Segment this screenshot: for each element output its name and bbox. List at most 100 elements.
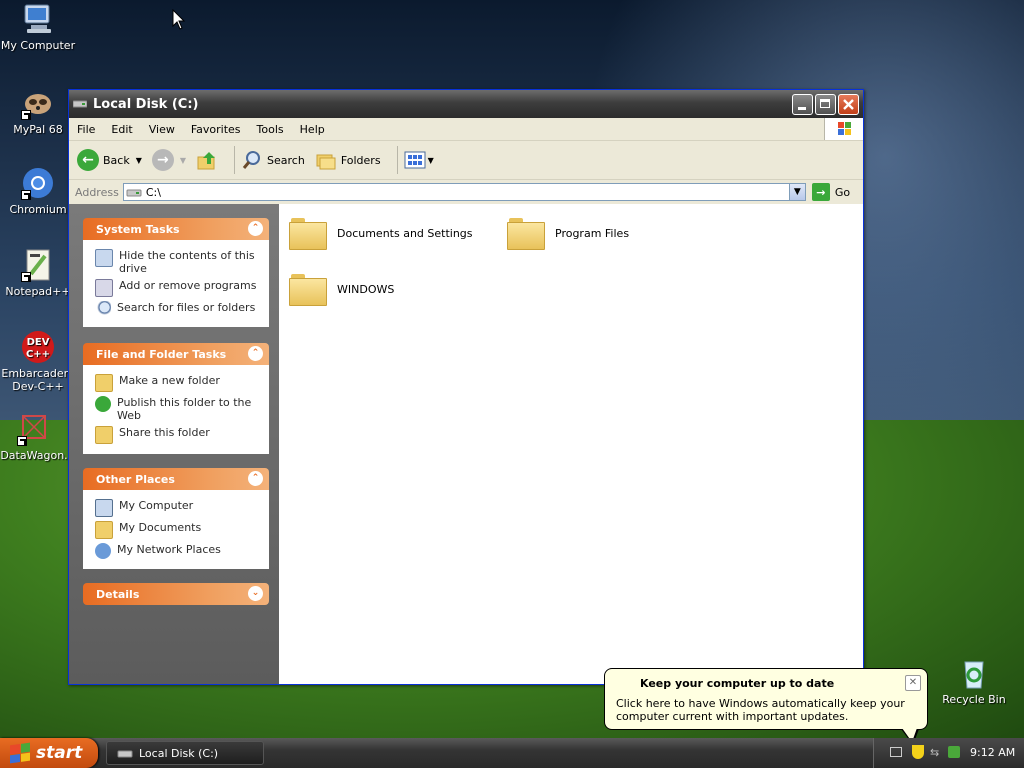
svg-text:C++: C++: [26, 349, 50, 360]
menu-view[interactable]: View: [141, 123, 183, 136]
details-header[interactable]: Details ⌄: [83, 583, 269, 605]
taskbar-item-local-disk[interactable]: Local Disk (C:): [106, 741, 264, 765]
place-my-network-places[interactable]: My Network Places: [95, 543, 261, 559]
back-arrow-icon: ←: [77, 149, 99, 171]
keyboard-icon[interactable]: [890, 747, 902, 757]
task-publish-to-web[interactable]: Publish this folder to the Web: [95, 396, 261, 422]
search-icon: [242, 151, 261, 169]
menu-tools[interactable]: Tools: [249, 123, 292, 136]
task-label: Publish this folder to the Web: [117, 396, 252, 422]
folders-label: Folders: [340, 153, 381, 167]
task-search-files[interactable]: Search for files or folders: [95, 301, 261, 317]
update-balloon[interactable]: Keep your computer up to date Click here…: [604, 668, 928, 745]
minimize-button[interactable]: [792, 94, 813, 115]
desktop-icon-mypal[interactable]: MyPal 68: [0, 86, 76, 136]
desktop-icon-label: Notepad++: [5, 285, 71, 298]
place-my-documents[interactable]: My Documents: [95, 521, 261, 539]
system-tasks-panel: System Tasks ⌃ Hide the contents of this…: [83, 218, 269, 327]
window-content: System Tasks ⌃ Hide the contents of this…: [69, 204, 863, 684]
balloon-close-button[interactable]: ✕: [905, 675, 921, 691]
file-list[interactable]: Documents and Settings Program Files WIN…: [279, 204, 863, 684]
menu-file[interactable]: File: [69, 123, 103, 136]
desktop-icon-label: Chromium: [9, 203, 67, 216]
menu-help[interactable]: Help: [292, 123, 333, 136]
menu-edit[interactable]: Edit: [103, 123, 140, 136]
file-folder-tasks-header[interactable]: File and Folder Tasks ⌃: [83, 343, 269, 365]
forward-dropdown-icon[interactable]: ▼: [180, 156, 186, 165]
other-places-body: My Computer My Documents My Network Plac…: [83, 490, 269, 569]
address-bar: Address C:\ ▼ → Go: [69, 180, 863, 205]
start-button[interactable]: start: [0, 738, 98, 768]
place-label: My Documents: [119, 521, 202, 534]
security-shield-icon[interactable]: [912, 745, 924, 759]
place-my-computer[interactable]: My Computer: [95, 499, 261, 517]
views-button[interactable]: ▼: [404, 150, 434, 170]
task-label: Share this folder: [119, 426, 210, 439]
computer-icon: [95, 499, 113, 517]
chromium-icon: [21, 166, 55, 200]
file-folder-tasks-body: Make a new folder Publish this folder to…: [83, 365, 269, 454]
desktop-icon-notepadpp[interactable]: Notepad++: [0, 248, 76, 298]
forward-button[interactable]: → ▼: [151, 149, 186, 171]
task-add-remove-programs[interactable]: Add or remove programs: [95, 279, 261, 297]
taskbar-item-label: Local Disk (C:): [139, 746, 219, 760]
address-input[interactable]: C:\ ▼: [122, 183, 806, 201]
other-places-panel: Other Places ⌃ My Computer My Documents …: [83, 468, 269, 569]
balloon-text: Click here to have Windows automatically…: [616, 697, 905, 723]
system-tasks-title: System Tasks: [96, 222, 180, 236]
task-make-new-folder[interactable]: Make a new folder: [95, 374, 261, 392]
system-tasks-header[interactable]: System Tasks ⌃: [83, 218, 269, 240]
folder-icon: [289, 272, 327, 306]
folder-documents-and-settings[interactable]: Documents and Settings: [289, 216, 473, 250]
desktop-icon-label: DataWagon.: [0, 449, 68, 462]
other-places-header[interactable]: Other Places ⌃: [83, 468, 269, 490]
network-places-icon: [95, 543, 111, 559]
back-dropdown-icon[interactable]: ▼: [136, 156, 142, 165]
go-button[interactable]: → Go: [811, 183, 850, 201]
task-label: Make a new folder: [119, 374, 220, 387]
desktop-icon-recycle-bin[interactable]: Recycle Bin: [936, 656, 1012, 706]
folders-icon: [316, 154, 336, 170]
collapse-chevron-icon[interactable]: ⌃: [248, 221, 263, 236]
window-titlebar[interactable]: Local Disk (C:): [69, 90, 863, 118]
back-button[interactable]: ← Back ▼: [77, 149, 142, 171]
address-label: Address: [75, 185, 119, 199]
place-label: My Network Places: [117, 543, 221, 556]
close-button[interactable]: [838, 94, 859, 115]
folders-button[interactable]: Folders: [315, 149, 381, 171]
folder-up-icon: [197, 152, 216, 170]
menu-bar: File Edit View Favorites Tools Help: [69, 118, 863, 141]
folder-icon: [289, 216, 327, 250]
publish-web-icon: [95, 396, 111, 412]
desktop-icon-datawagon[interactable]: DataWagon.: [0, 412, 72, 462]
place-label: My Computer: [119, 499, 194, 512]
close-icon: [843, 99, 854, 110]
folder-program-files[interactable]: Program Files: [507, 216, 629, 250]
mypal-icon: [21, 86, 55, 120]
recycle-bin-icon: [957, 656, 991, 690]
folder-icon: [507, 216, 545, 250]
desktop-icon-my-computer[interactable]: My Computer: [0, 2, 76, 52]
maximize-button[interactable]: [815, 94, 836, 115]
folder-windows[interactable]: WINDOWS: [289, 272, 394, 306]
address-dropdown-icon[interactable]: ▼: [788, 184, 805, 200]
task-hide-drive-contents[interactable]: Hide the contents of this drive: [95, 249, 261, 275]
update-icon[interactable]: [948, 746, 960, 758]
search-button[interactable]: Search: [241, 149, 305, 171]
desktop-icon-chromium[interactable]: Chromium: [0, 166, 76, 216]
collapse-chevron-icon[interactable]: ⌃: [248, 471, 263, 486]
desktop-icon-label: My Computer: [0, 39, 76, 52]
share-folder-icon: [95, 426, 113, 444]
desktop-icon-devcpp[interactable]: DEV C++ Embarcadero Dev-C++: [0, 330, 76, 393]
task-share-folder[interactable]: Share this folder: [95, 426, 261, 444]
network-icon[interactable]: ⇆: [930, 746, 944, 759]
drive-icon: [117, 750, 133, 758]
up-button[interactable]: [196, 149, 218, 171]
task-label: Search for files or folders: [117, 301, 256, 314]
expand-chevron-icon[interactable]: ⌄: [248, 586, 263, 601]
windows-flag-icon: [10, 742, 30, 764]
clock[interactable]: 9:12 AM: [970, 746, 1015, 759]
explorer-window[interactable]: Local Disk (C:) File Edit View Favorites…: [68, 89, 864, 685]
collapse-chevron-icon[interactable]: ⌃: [248, 346, 263, 361]
menu-favorites[interactable]: Favorites: [183, 123, 249, 136]
